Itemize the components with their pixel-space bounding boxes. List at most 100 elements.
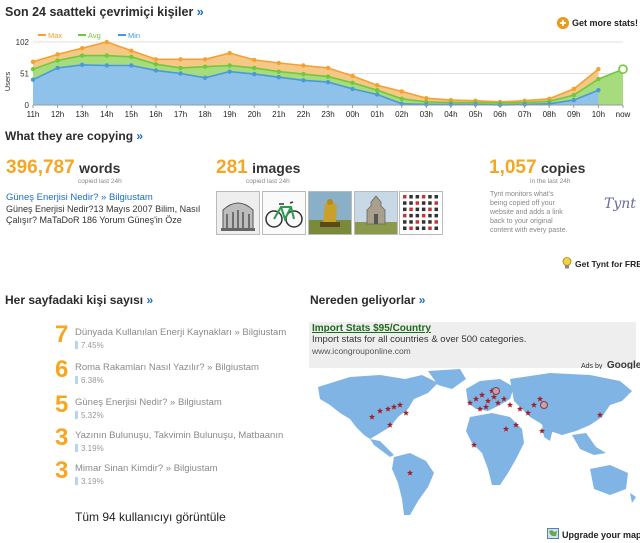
words-sub: copied last 24h [78,178,122,185]
page-percentage: 3.19% [75,444,104,453]
data-point [596,76,601,82]
data-point [374,92,380,97]
data-point [104,39,109,45]
words-count: 396,787 [6,157,75,178]
y-tick-label: 51 [20,70,29,79]
data-point [252,57,257,63]
data-point [202,75,208,81]
page-title-link[interactable]: Güneş Enerjisi Nedir? » Bilgiustam [75,397,222,408]
percentage-bar-icon [75,411,78,419]
data-point [79,45,85,51]
x-tick-label: now [616,110,631,119]
data-point [30,77,36,82]
page-title-link[interactable]: Yazının Bulunuşu, Takvimin Bulunuşu, Mat… [75,430,283,441]
rank-number: 3 [55,424,69,451]
x-tick-label: 16h [149,110,162,119]
x-tick-label: 21h [272,110,285,119]
data-point [596,66,601,72]
origin-title[interactable]: Nereden geliyorlar » [310,293,425,307]
x-tick-label: 01h [370,110,383,119]
copies-sub: in the last 24h [530,178,571,185]
ad-url[interactable]: www.icongrouponline.com [312,346,411,356]
data-point [596,87,601,93]
y-axis-label: Users [3,71,12,91]
lightbulb-icon [562,257,572,271]
online-title[interactable]: Son 24 saatteki çevrimiçi kişiler » [5,5,204,19]
data-point [424,96,429,101]
per-page-title[interactable]: Her sayfadaki kişi sayısı » [5,293,153,307]
upgrade-map-button[interactable]: Upgrade your map! [547,528,640,541]
data-point [79,62,85,68]
x-tick-label: 02h [395,110,408,119]
x-tick-label: 12h [51,110,64,119]
map-icon [547,528,559,541]
images-stat: 281 images [216,157,300,179]
statue-painting-thumbnail[interactable] [308,191,352,235]
view-all-users-link[interactable]: Tüm 94 kullanıcıyı görüntüle [75,510,226,524]
x-tick-label: 04h [444,110,457,119]
get-tynt-button[interactable]: Get Tynt for FREE! [562,257,640,271]
castle-painting-thumbnail[interactable] [354,191,398,235]
ad-title-link[interactable]: Import Stats $95/Country [312,323,431,334]
data-point [153,68,159,73]
x-tick-label: 19h [223,110,236,119]
tynt-description: Tynt monitors what's being copied off yo… [490,191,568,234]
data-point [325,74,331,79]
x-tick-label: 22h [297,110,310,119]
data-point [227,63,232,68]
rank-number: 5 [55,391,69,418]
rank-number: 3 [55,457,69,484]
page-percentage: 5.32% [75,411,104,420]
copying-title[interactable]: What they are copying » [5,129,143,143]
images-label: images [252,160,301,176]
data-point [571,92,577,98]
x-tick-label: 03h [420,110,433,119]
percentage-bar-icon [75,477,78,485]
data-point [227,69,232,74]
percentage-bar-icon [75,341,78,349]
data-point [129,54,134,60]
copied-article-link[interactable]: Güneş Enerjisi Nedir? » Bilgiustam [6,192,153,203]
y-tick-label: 102 [16,38,30,47]
data-point [350,86,355,92]
page-title-link[interactable]: Roma Rakamları Nasıl Yazılır? » Bilgiust… [75,362,259,373]
bicycle-thumbnail[interactable] [262,191,306,235]
images-sub: copied last 24h [246,178,290,185]
data-point [325,79,331,85]
x-tick-label: 20h [248,110,261,119]
online-users-chart: 0 51 102 Users 11h 12h 13h 14h 15h 16h 17h 18h 19h 20… [3,31,631,119]
world-map[interactable] [310,369,638,519]
data-point [202,57,208,62]
data-point [571,86,577,92]
data-point [129,63,134,68]
data-point [252,65,257,71]
data-point [276,69,282,74]
icon-grid-thumbnail[interactable] [399,191,443,235]
x-tick-label: 14h [100,110,113,119]
data-point [325,65,331,71]
data-point [153,57,159,62]
monument-thumbnail[interactable] [216,191,260,235]
x-tick-label: 07h [518,110,531,119]
data-point [301,63,306,68]
data-point [374,83,380,88]
data-point [252,71,257,77]
page-percentage: 3.19% [75,477,104,486]
highlighted-location-marker[interactable] [540,401,548,409]
data-point [55,58,60,63]
data-point [399,96,404,102]
data-point [178,57,183,62]
images-count: 281 [216,157,248,178]
x-tick-label: 15h [125,110,138,119]
highlighted-location-marker[interactable] [492,387,500,395]
data-point [374,87,380,93]
words-label: words [79,160,121,176]
page-title-link[interactable]: Mimar Sinan Kimdir? » Bilgiustam [75,463,218,474]
legend-label: Avg [88,31,101,40]
page-title-link[interactable]: Dünyada Kullanılan Enerji Kaynakları » B… [75,327,286,338]
data-point [30,66,36,72]
data-point [153,62,159,67]
page-percentage: 7.45% [75,341,104,350]
tynt-logo[interactable]: Tynt [604,196,636,212]
data-point [202,64,208,69]
